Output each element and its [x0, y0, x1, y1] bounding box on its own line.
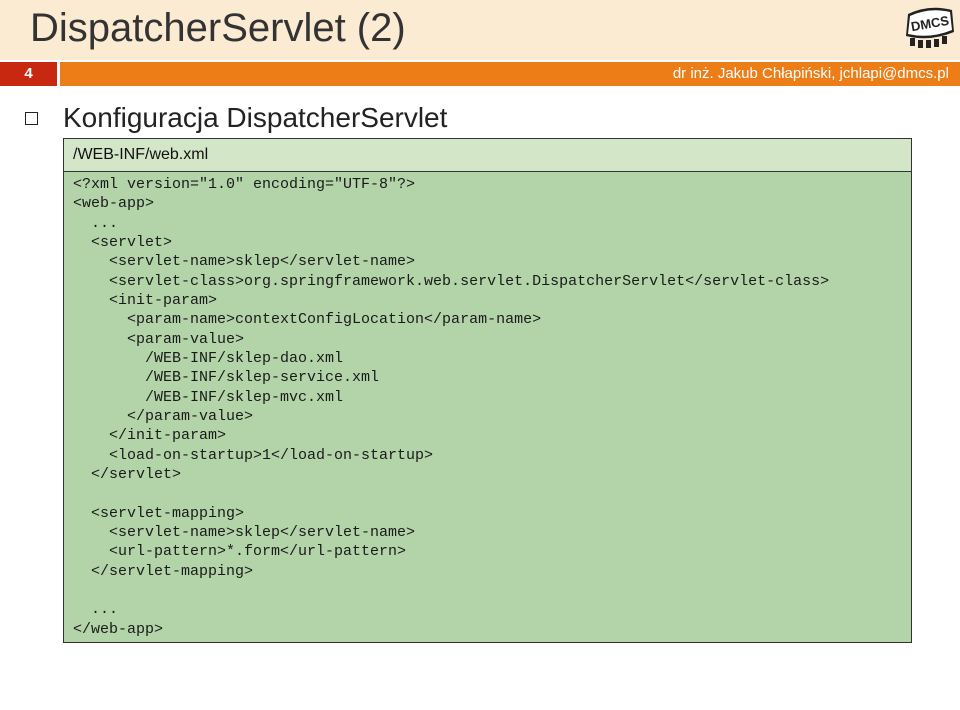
- slide-title: DispatcherServlet (2): [30, 6, 406, 50]
- code-line: <servlet-name>sklep</servlet-name>: [73, 523, 416, 541]
- author-credit: dr inż. Jakub Chłapiński, jchlapi@dmcs.p…: [672, 65, 949, 82]
- code-line: <init-param>: [73, 291, 218, 309]
- code-line: <load-on-startup>1</load-on-startup>: [73, 446, 434, 464]
- bullet-square-icon: [25, 112, 38, 125]
- code-line: <url-pattern>*.form</url-pattern>: [73, 543, 407, 561]
- slide-number: 4: [0, 62, 60, 86]
- code-line: <?xml version="1.0" encoding="UTF-8"?>: [73, 176, 416, 193]
- dmcs-logo: DMCS: [906, 7, 954, 48]
- code-line: <web-app>: [73, 195, 155, 213]
- code-listing: <?xml version="1.0" encoding="UTF-8"?> <w…: [63, 171, 912, 643]
- code-line: /WEB-INF/sklep-mvc.xml: [73, 388, 344, 406]
- code-line: </servlet>: [73, 465, 182, 483]
- file-path: /WEB-INF/web.xml: [73, 146, 209, 163]
- code-line: <param-name>contextConfigLocation</param…: [73, 311, 542, 329]
- code-line: </init-param>: [73, 427, 227, 445]
- code-line: </servlet-mapping>: [73, 562, 254, 580]
- code-line: <servlet-mapping>: [73, 504, 245, 522]
- code-line: ...: [73, 601, 119, 619]
- bullet-heading: Konfiguracja DispatcherServlet: [63, 102, 448, 133]
- code-block: <?xml version="1.0" encoding="UTF-8"?> <w…: [73, 175, 829, 639]
- code-line: <param-value>: [73, 330, 245, 348]
- code-line: <servlet-class>org.springframework.web.s…: [73, 272, 830, 290]
- code-line: /WEB-INF/sklep-service.xml: [73, 369, 380, 387]
- code-line: </web-app>: [73, 620, 164, 638]
- code-line: /WEB-INF/sklep-dao.xml: [73, 349, 344, 367]
- code-line: <servlet>: [73, 233, 173, 251]
- code-line: </param-value>: [73, 407, 254, 425]
- code-line: <servlet-name>sklep</servlet-name>: [73, 253, 416, 271]
- file-path-box: /WEB-INF/web.xml: [63, 138, 912, 172]
- code-line: ...: [73, 214, 119, 232]
